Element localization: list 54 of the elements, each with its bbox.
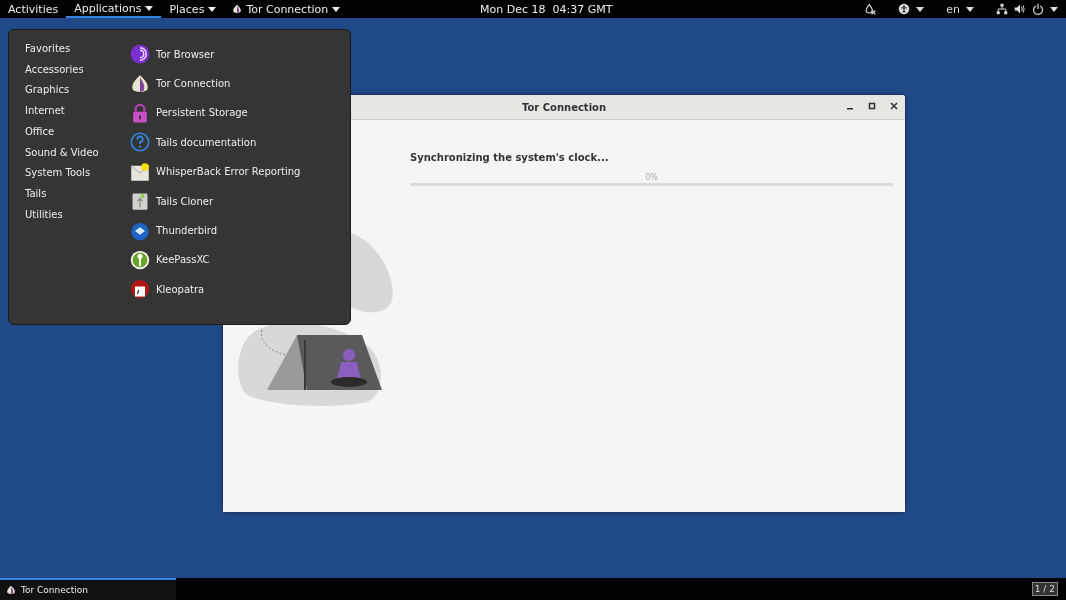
padlock-icon xyxy=(130,102,150,123)
menu-category[interactable]: Office xyxy=(25,123,130,140)
power-icon xyxy=(1032,3,1044,15)
menu-app-item[interactable]: Tor Connection xyxy=(130,72,301,95)
onion-icon xyxy=(130,73,150,94)
workspace-indicator[interactable]: 1 / 2 xyxy=(1031,582,1058,596)
globe-icon xyxy=(130,44,150,65)
menu-app-item[interactable]: WhisperBack Error Reporting xyxy=(130,160,301,183)
menu-app-item[interactable]: Tails Cloner xyxy=(130,189,301,213)
window-title: Tor Connection xyxy=(521,101,607,113)
system-menu[interactable] xyxy=(996,3,1058,15)
menu-app-item[interactable]: Thunderbird xyxy=(130,219,301,242)
clock[interactable]: Mon Dec 18 04:37 GMT xyxy=(480,2,613,16)
envelope-icon xyxy=(130,161,150,182)
caret-icon xyxy=(332,6,341,12)
caret-icon xyxy=(208,6,217,12)
menu-category[interactable]: Accessories xyxy=(25,61,130,78)
key-icon xyxy=(130,249,150,270)
menu-app-item[interactable]: KeePassXC xyxy=(130,248,301,272)
menu-category[interactable]: Utilities xyxy=(25,206,130,223)
taskbar-button[interactable]: Tor Connection xyxy=(0,578,176,600)
accessibility-icon xyxy=(898,3,911,15)
menu-category[interactable]: Sound & Video xyxy=(25,144,130,161)
menu-category[interactable]: Graphics xyxy=(25,82,130,99)
caret-icon xyxy=(916,6,925,12)
seal-icon xyxy=(130,279,150,300)
close-icon[interactable] xyxy=(889,101,899,111)
accessibility-menu[interactable] xyxy=(898,3,925,15)
caret-icon xyxy=(1050,6,1058,12)
onion-crossed-icon xyxy=(864,3,877,15)
network-icon xyxy=(996,3,1008,15)
maximize-icon[interactable] xyxy=(867,101,877,111)
menu-app-item[interactable]: Persistent Storage xyxy=(130,101,301,125)
menu-app-item[interactable]: Tails documentation xyxy=(130,131,301,154)
menu-category[interactable]: Internet xyxy=(25,103,130,119)
top-bar-menu[interactable]: Places xyxy=(161,0,225,18)
volume-icon xyxy=(1014,3,1026,15)
activities-button[interactable]: Activities xyxy=(0,0,67,18)
caret-icon xyxy=(145,5,154,11)
menu-category[interactable]: System Tools xyxy=(25,165,130,181)
bird-icon xyxy=(130,220,150,241)
help-icon xyxy=(130,132,150,153)
menu-app-item[interactable]: Kleopatra xyxy=(130,278,301,301)
top-bar-menu[interactable]: Tor Connection xyxy=(224,0,349,18)
onion-icon xyxy=(232,3,243,15)
status-text: Synchronizing the system's clock... xyxy=(410,152,610,163)
menu-app-item[interactable]: Tor Browser xyxy=(130,43,301,66)
caret-icon xyxy=(966,6,974,12)
menu-category[interactable]: Tails xyxy=(25,185,130,202)
menu-category[interactable]: Favorites xyxy=(25,41,130,57)
progress-reading: 0% xyxy=(645,173,658,182)
drive-icon xyxy=(130,191,150,212)
language-menu[interactable]: en xyxy=(946,2,974,16)
onion-icon xyxy=(6,584,16,596)
